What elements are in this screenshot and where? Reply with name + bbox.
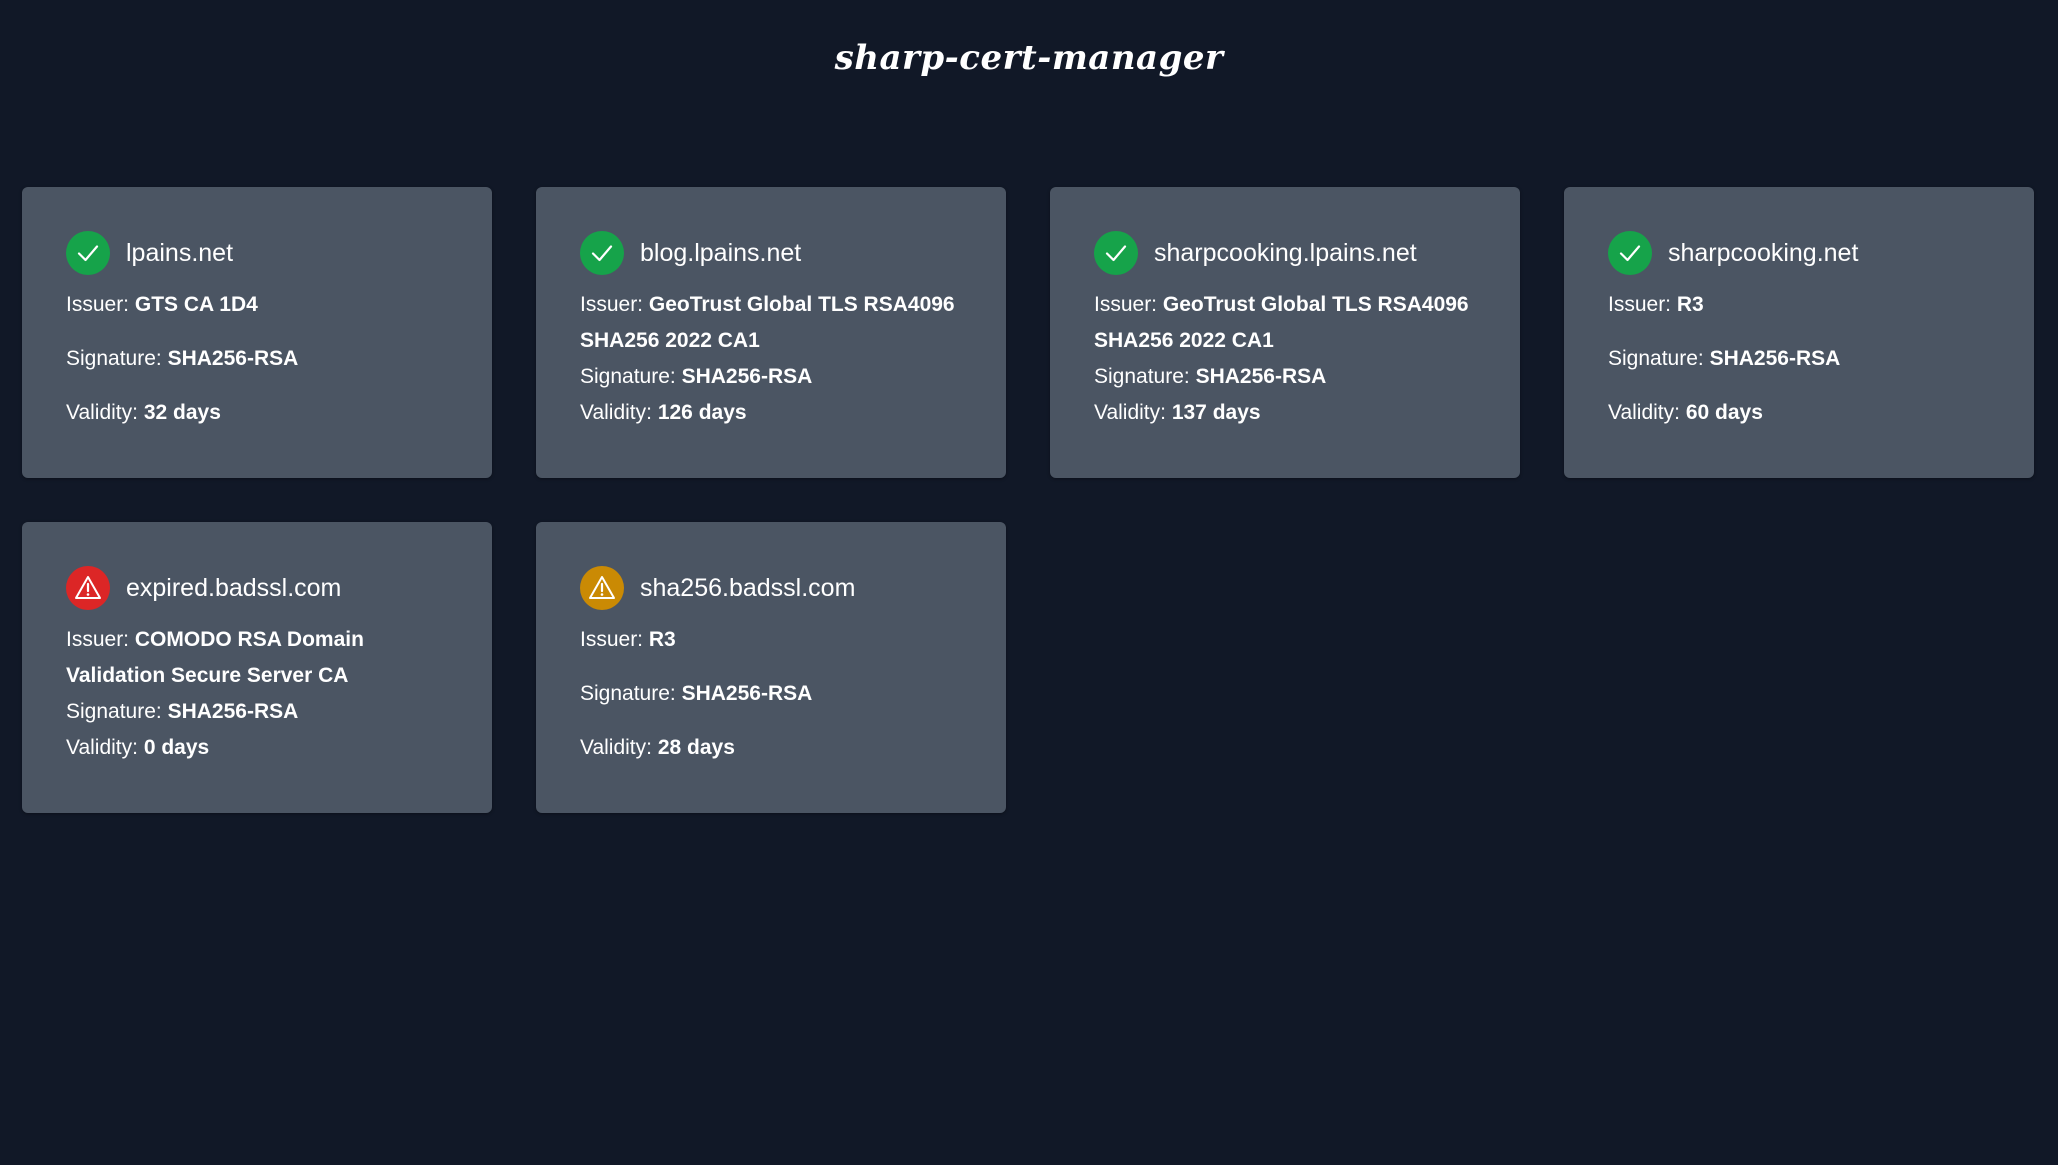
validity-field: Validity: 126 days <box>580 395 962 431</box>
validity-label: Validity: <box>66 401 138 424</box>
validity-value: 0 days <box>143 736 210 759</box>
validity-value: 126 days <box>657 401 747 424</box>
validity-label: Validity: <box>580 736 652 759</box>
warning-triangle-icon <box>580 566 624 610</box>
issuer-field: Issuer: GeoTrust Global TLS RSA4096 SHA2… <box>580 287 962 359</box>
validity-value: 137 days <box>1171 401 1261 424</box>
certificate-domain: sharpcooking.lpains.net <box>1154 238 1417 267</box>
issuer-label: Issuer: <box>66 293 130 316</box>
signature-label: Signature: <box>580 365 676 388</box>
certificate-card[interactable]: lpains.net Issuer: GTS CA 1D4 Signature:… <box>22 187 492 478</box>
issuer-value: GTS CA 1D4 <box>134 293 258 316</box>
certificate-grid: lpains.net Issuer: GTS CA 1D4 Signature:… <box>22 187 2036 813</box>
issuer-field: Issuer: GTS CA 1D4 <box>66 287 448 323</box>
certificate-domain: expired.badssl.com <box>126 573 342 602</box>
validity-value: 28 days <box>657 736 735 759</box>
validity-value: 60 days <box>1685 401 1763 424</box>
card-header: blog.lpains.net <box>580 231 962 275</box>
card-header: sharpcooking.lpains.net <box>1094 231 1476 275</box>
signature-field: Signature: SHA256-RSA <box>1094 359 1476 395</box>
signature-label: Signature: <box>66 700 162 723</box>
check-circle-icon <box>580 231 624 275</box>
certificate-domain: sharpcooking.net <box>1668 238 1859 267</box>
issuer-field: Issuer: COMODO RSA Domain Validation Sec… <box>66 622 448 694</box>
card-header: lpains.net <box>66 231 448 275</box>
validity-label: Validity: <box>1608 401 1680 424</box>
certificate-card[interactable]: blog.lpains.net Issuer: GeoTrust Global … <box>536 187 1006 478</box>
check-circle-icon <box>66 231 110 275</box>
signature-value: SHA256-RSA <box>1709 347 1841 370</box>
issuer-label: Issuer: <box>580 293 644 316</box>
validity-label: Validity: <box>1094 401 1166 424</box>
validity-field: Validity: 32 days <box>66 395 448 431</box>
issuer-label: Issuer: <box>1094 293 1158 316</box>
issuer-field: Issuer: R3 <box>1608 287 1990 323</box>
signature-value: SHA256-RSA <box>681 365 813 388</box>
signature-value: SHA256-RSA <box>1195 365 1327 388</box>
issuer-value: R3 <box>648 628 676 651</box>
card-header: expired.badssl.com <box>66 566 448 610</box>
signature-value: SHA256-RSA <box>167 347 299 370</box>
signature-value: SHA256-RSA <box>681 682 813 705</box>
certificate-domain: blog.lpains.net <box>640 238 802 267</box>
card-header: sharpcooking.net <box>1608 231 1990 275</box>
signature-value: SHA256-RSA <box>167 700 299 723</box>
signature-field: Signature: SHA256-RSA <box>1608 341 1990 377</box>
certificate-domain: sha256.badssl.com <box>640 573 856 602</box>
check-circle-icon <box>1608 231 1652 275</box>
signature-field: Signature: SHA256-RSA <box>580 676 962 712</box>
signature-label: Signature: <box>1608 347 1704 370</box>
issuer-label: Issuer: <box>580 628 644 651</box>
validity-field: Validity: 60 days <box>1608 395 1990 431</box>
issuer-value: R3 <box>1676 293 1704 316</box>
signature-label: Signature: <box>1094 365 1190 388</box>
validity-value: 32 days <box>143 401 221 424</box>
issuer-label: Issuer: <box>1608 293 1672 316</box>
certificate-domain: lpains.net <box>126 238 234 267</box>
signature-label: Signature: <box>580 682 676 705</box>
signature-label: Signature: <box>66 347 162 370</box>
signature-field: Signature: SHA256-RSA <box>580 359 962 395</box>
validity-label: Validity: <box>580 401 652 424</box>
certificate-card[interactable]: sharpcooking.lpains.net Issuer: GeoTrust… <box>1050 187 1520 478</box>
app-title: sharp-cert-manager <box>834 38 1224 78</box>
validity-field: Validity: 0 days <box>66 730 448 766</box>
check-circle-icon <box>1094 231 1138 275</box>
card-header: sha256.badssl.com <box>580 566 962 610</box>
certificate-card[interactable]: sharpcooking.net Issuer: R3 Signature: S… <box>1564 187 2034 478</box>
signature-field: Signature: SHA256-RSA <box>66 694 448 730</box>
signature-field: Signature: SHA256-RSA <box>66 341 448 377</box>
issuer-field: Issuer: GeoTrust Global TLS RSA4096 SHA2… <box>1094 287 1476 359</box>
issuer-field: Issuer: R3 <box>580 622 962 658</box>
certificate-card[interactable]: expired.badssl.com Issuer: COMODO RSA Do… <box>22 522 492 813</box>
validity-field: Validity: 28 days <box>580 730 962 766</box>
validity-field: Validity: 137 days <box>1094 395 1476 431</box>
certificate-card[interactable]: sha256.badssl.com Issuer: R3 Signature: … <box>536 522 1006 813</box>
warning-triangle-icon <box>66 566 110 610</box>
issuer-label: Issuer: <box>66 628 130 651</box>
validity-label: Validity: <box>66 736 138 759</box>
